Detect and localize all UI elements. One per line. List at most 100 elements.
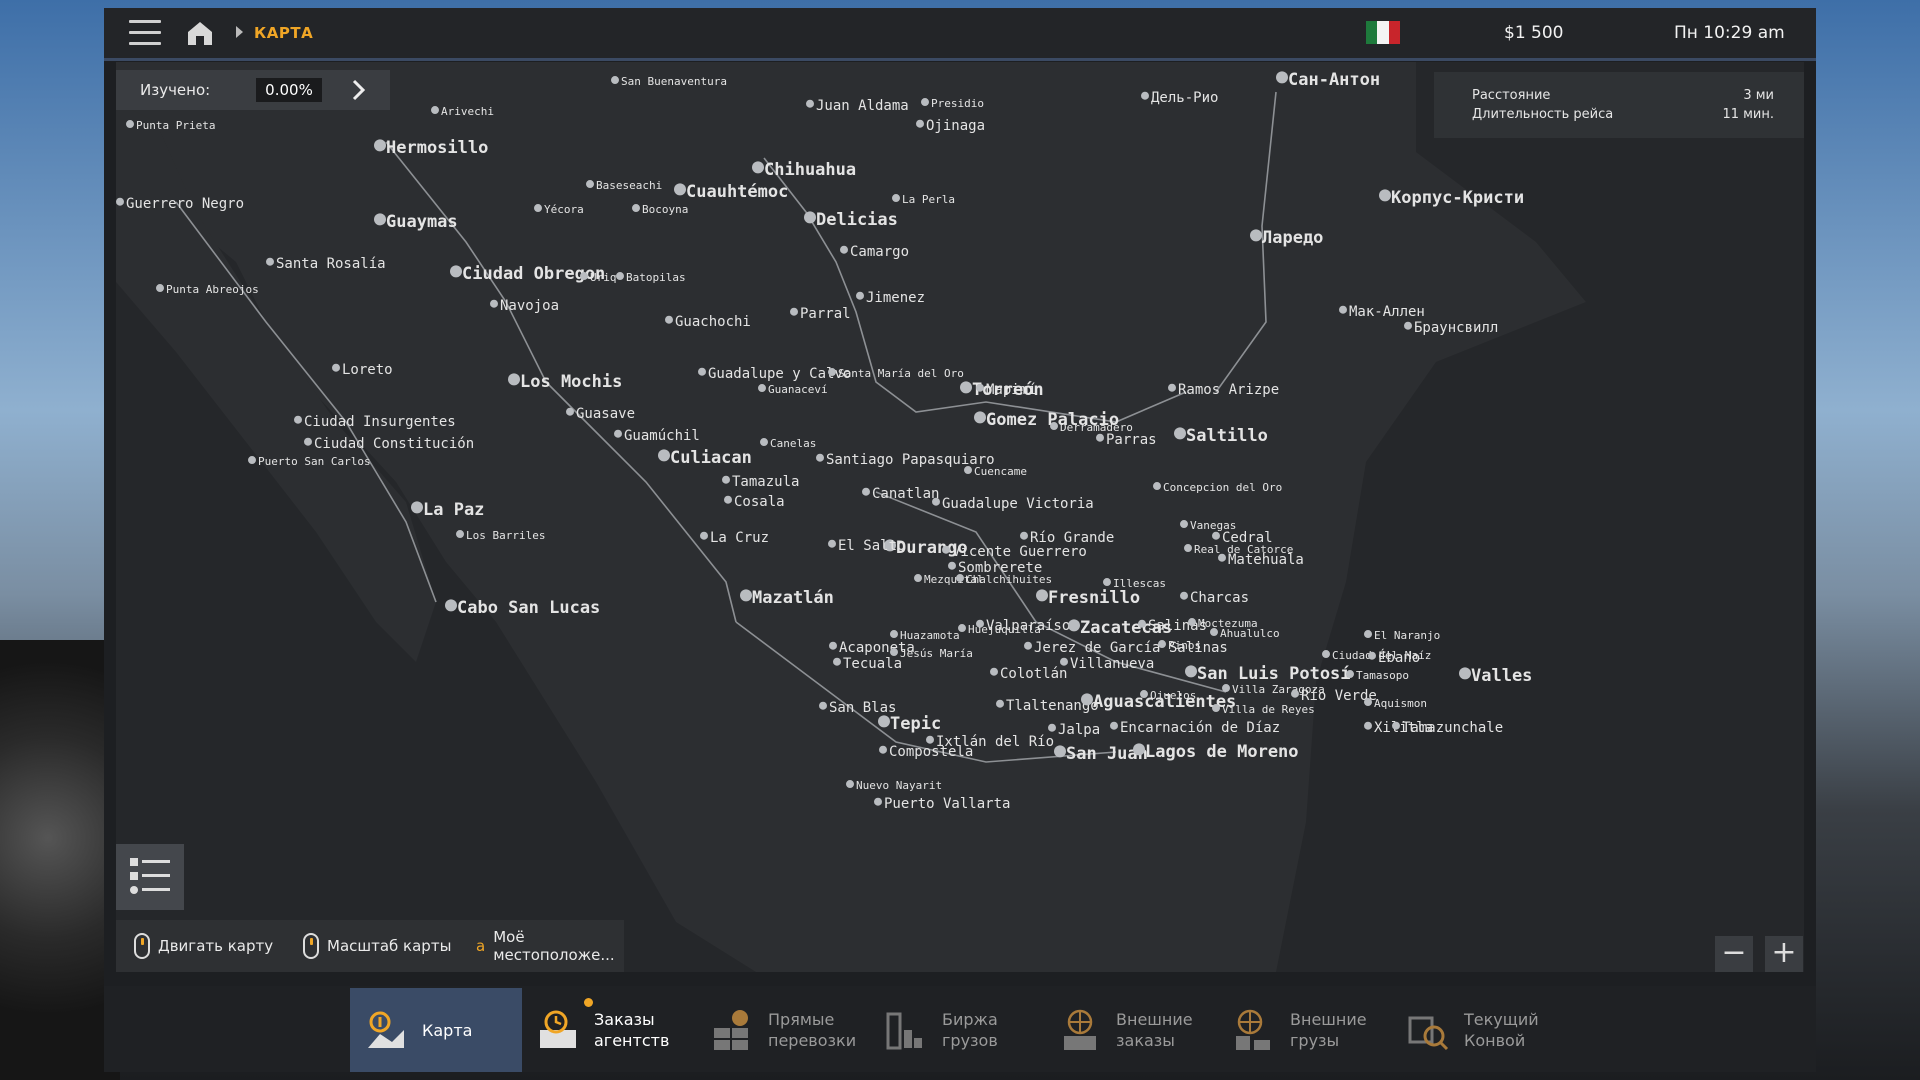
city-marker[interactable] bbox=[611, 76, 619, 85]
city-marker[interactable] bbox=[990, 667, 998, 676]
city-marker[interactable] bbox=[1404, 321, 1412, 330]
city-marker[interactable] bbox=[374, 139, 386, 152]
tab-external-cargo[interactable]: Внешние грузы bbox=[1218, 988, 1390, 1072]
city-marker[interactable] bbox=[1184, 544, 1192, 553]
city-marker[interactable] bbox=[1346, 670, 1354, 679]
city-marker[interactable] bbox=[758, 384, 766, 393]
city-marker[interactable] bbox=[1368, 651, 1376, 660]
world-map[interactable]: San Buenaventura Arivechi Juan Aldama Presi… bbox=[116, 62, 1804, 972]
city-marker[interactable] bbox=[1081, 693, 1093, 706]
city-marker[interactable] bbox=[956, 574, 964, 583]
city-marker[interactable] bbox=[1158, 640, 1166, 649]
city-marker[interactable] bbox=[1168, 383, 1176, 392]
tab-agency-orders[interactable]: Заказы агентств bbox=[522, 988, 694, 1072]
city-marker[interactable] bbox=[1110, 721, 1118, 730]
city-marker[interactable] bbox=[700, 531, 708, 540]
map-legend-button[interactable] bbox=[116, 844, 184, 910]
city-marker[interactable] bbox=[916, 119, 924, 128]
breadcrumb[interactable]: КАРТА bbox=[254, 24, 313, 42]
tab-direct-transport[interactable]: Прямые перевозки bbox=[696, 988, 868, 1072]
city-marker[interactable] bbox=[450, 265, 462, 278]
city-marker[interactable] bbox=[892, 194, 900, 203]
city-marker[interactable] bbox=[1185, 665, 1197, 678]
city-marker[interactable] bbox=[658, 449, 670, 462]
city-marker[interactable] bbox=[1392, 721, 1400, 730]
city-marker[interactable] bbox=[1210, 628, 1218, 637]
city-marker[interactable] bbox=[411, 501, 423, 514]
city-marker[interactable] bbox=[116, 197, 124, 206]
city-marker[interactable] bbox=[752, 161, 764, 174]
city-marker[interactable] bbox=[1141, 91, 1149, 100]
city-marker[interactable] bbox=[932, 497, 940, 506]
city-marker[interactable] bbox=[698, 367, 706, 376]
city-marker[interactable] bbox=[862, 487, 870, 496]
city-marker[interactable] bbox=[819, 701, 827, 710]
chevron-right-icon[interactable] bbox=[346, 78, 370, 102]
city-marker[interactable] bbox=[1180, 591, 1188, 600]
city-marker[interactable] bbox=[1050, 422, 1058, 431]
city-marker[interactable] bbox=[1322, 650, 1330, 659]
city-marker[interactable] bbox=[914, 574, 922, 583]
city-marker[interactable] bbox=[1103, 578, 1111, 587]
city-marker[interactable] bbox=[445, 599, 457, 612]
city-marker[interactable] bbox=[921, 98, 929, 107]
city-marker[interactable] bbox=[960, 381, 972, 394]
city-marker[interactable] bbox=[856, 291, 864, 300]
tab-map[interactable]: Карта bbox=[350, 988, 522, 1072]
city-marker[interactable] bbox=[722, 475, 730, 484]
city-marker[interactable] bbox=[878, 715, 890, 728]
city-marker[interactable] bbox=[294, 415, 302, 424]
menu-icon[interactable] bbox=[129, 20, 161, 46]
city-marker[interactable] bbox=[1291, 689, 1299, 698]
city-marker[interactable] bbox=[586, 180, 594, 189]
city-marker[interactable] bbox=[534, 204, 542, 213]
city-marker[interactable] bbox=[266, 257, 274, 266]
city-marker[interactable] bbox=[1222, 684, 1230, 693]
city-marker[interactable] bbox=[724, 495, 732, 504]
city-marker[interactable] bbox=[332, 363, 340, 372]
city-marker[interactable] bbox=[816, 453, 824, 462]
zoom-in-button[interactable]: + bbox=[1765, 936, 1803, 972]
city-marker[interactable] bbox=[632, 204, 640, 213]
city-marker[interactable] bbox=[1212, 704, 1220, 713]
city-marker[interactable] bbox=[1459, 667, 1471, 680]
city-marker[interactable] bbox=[674, 183, 686, 196]
city-marker[interactable] bbox=[996, 699, 1004, 708]
city-marker[interactable] bbox=[890, 648, 898, 657]
city-marker[interactable] bbox=[790, 307, 798, 316]
city-marker[interactable] bbox=[1024, 641, 1032, 650]
city-marker[interactable] bbox=[1138, 619, 1146, 628]
city-marker[interactable] bbox=[976, 383, 984, 392]
city-marker[interactable] bbox=[1036, 589, 1048, 602]
city-marker[interactable] bbox=[828, 539, 836, 548]
city-marker[interactable] bbox=[580, 272, 588, 281]
city-marker[interactable] bbox=[964, 466, 972, 475]
city-marker[interactable] bbox=[829, 641, 837, 650]
city-marker[interactable] bbox=[833, 657, 841, 666]
city-marker[interactable] bbox=[942, 545, 950, 554]
city-marker[interactable] bbox=[1364, 630, 1372, 639]
city-marker[interactable] bbox=[566, 407, 574, 416]
tab-external-orders[interactable]: Внешние заказы bbox=[1044, 988, 1216, 1072]
city-marker[interactable] bbox=[1133, 743, 1145, 756]
city-marker[interactable] bbox=[1364, 721, 1372, 730]
my-location-hint[interactable]: a Моё местоположе... bbox=[476, 920, 615, 972]
city-marker[interactable] bbox=[616, 272, 624, 281]
city-marker[interactable] bbox=[1020, 531, 1028, 540]
city-marker[interactable] bbox=[1048, 723, 1056, 732]
city-marker[interactable] bbox=[828, 368, 836, 377]
city-marker[interactable] bbox=[490, 299, 498, 308]
city-marker[interactable] bbox=[948, 561, 956, 570]
city-marker[interactable] bbox=[804, 211, 816, 224]
city-marker[interactable] bbox=[1379, 189, 1391, 202]
tab-current-convoy[interactable]: Текущий Конвой bbox=[1392, 988, 1564, 1072]
city-marker[interactable] bbox=[614, 429, 622, 438]
city-marker[interactable] bbox=[1174, 427, 1186, 440]
city-marker[interactable] bbox=[665, 315, 673, 324]
city-marker[interactable] bbox=[1250, 229, 1262, 242]
city-marker[interactable] bbox=[1180, 520, 1188, 529]
city-marker[interactable] bbox=[126, 120, 134, 129]
city-marker[interactable] bbox=[760, 438, 768, 447]
city-marker[interactable] bbox=[846, 780, 854, 789]
city-marker[interactable] bbox=[1364, 698, 1372, 707]
